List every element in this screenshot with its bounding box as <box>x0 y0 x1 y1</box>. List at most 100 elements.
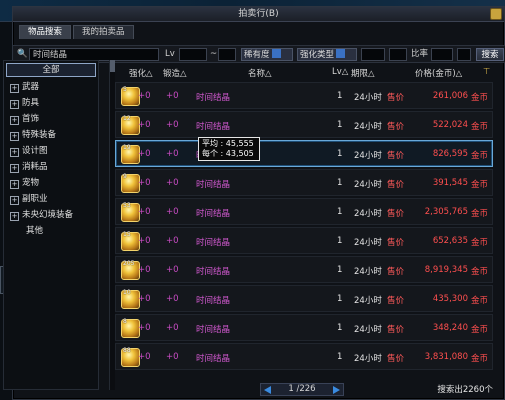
prev-page-icon[interactable] <box>264 386 271 394</box>
expand-icon[interactable]: + <box>10 148 19 157</box>
forge-value: +0 <box>166 352 179 362</box>
tab-item-search[interactable]: 物品搜索 <box>19 25 72 39</box>
expand-icon[interactable]: + <box>10 212 19 221</box>
sale-label: 售价 <box>387 151 405 161</box>
category-other[interactable]: 其他 <box>4 223 98 239</box>
header-name[interactable]: 名称△ <box>248 67 272 79</box>
close-icon[interactable] <box>490 8 502 20</box>
enhance-value: +0 <box>138 120 151 130</box>
level-max-input[interactable] <box>218 48 236 61</box>
search-button[interactable]: 搜索 <box>476 48 504 61</box>
item-duration: 24小时 <box>354 151 382 161</box>
item-quantity: 10 <box>123 289 131 296</box>
currency-label: 金币 <box>471 93 489 103</box>
table-row[interactable]: 53 +0 +0 时间结晶 1 24小时 售价 2,305,765 金币 <box>115 198 493 225</box>
next-page-icon[interactable] <box>333 386 340 394</box>
item-duration: 24小时 <box>354 209 382 219</box>
enhance-min-input[interactable] <box>361 48 385 61</box>
item-name: 时间结晶 <box>196 325 231 335</box>
enhance-type-dropdown-label: 强化类型 <box>300 50 335 60</box>
expand-icon[interactable]: + <box>10 84 19 93</box>
expand-icon[interactable]: + <box>10 164 19 173</box>
header-enhance[interactable]: 强化△ <box>129 67 153 79</box>
item-name: 时间结晶 <box>196 238 231 248</box>
table-row[interactable]: 15 +0 +0 时间结晶 1 24小时 售价 652,635 金币 <box>115 227 493 254</box>
item-quantity: 5 <box>123 86 127 93</box>
sale-label: 售价 <box>387 238 405 248</box>
item-quantity: 19 <box>123 144 131 151</box>
item-duration: 24小时 <box>354 267 382 277</box>
item-name: 时间结晶 <box>196 93 231 103</box>
item-quantity: 15 <box>123 231 131 238</box>
category-blueprint[interactable]: + 设计图 <box>4 143 98 159</box>
table-row[interactable]: 9 +0 +0 时间结晶 1 24小时 售价 391,545 金币 <box>115 169 493 196</box>
forge-value: +0 <box>166 323 179 333</box>
category-armor[interactable]: + 防具 <box>4 95 98 111</box>
level-min-input[interactable] <box>179 48 207 61</box>
sale-label: 售价 <box>387 93 405 103</box>
header-duration[interactable]: 期限△ <box>351 67 375 79</box>
expand-icon[interactable]: + <box>10 100 19 109</box>
table-row[interactable]: 10 +0 +0 时间结晶 1 24小时 售价 435,300 金币 <box>115 285 493 312</box>
forge-value: +0 <box>166 178 179 188</box>
category-weiyang-equipment[interactable]: + 未央幻境装备 <box>4 207 98 223</box>
ratio-max-input[interactable] <box>457 48 471 61</box>
expand-icon[interactable]: + <box>10 196 19 205</box>
header-level[interactable]: Lv△ <box>332 67 348 77</box>
currency-label: 金币 <box>471 296 489 306</box>
item-name: 时间结晶 <box>196 209 231 219</box>
window-titlebar: 拍卖行(B) <box>13 7 504 22</box>
item-level: 1 <box>337 178 343 188</box>
category-weapon[interactable]: + 武器 <box>4 79 98 95</box>
currency-label: 金币 <box>471 354 489 364</box>
item-price: 3,831,080 <box>424 352 468 362</box>
expand-icon[interactable]: + <box>10 132 19 141</box>
table-row[interactable]: 19 +0 +0 时间结晶 1 24小时 售价 826,595 金币 <box>115 140 493 167</box>
forge-value: +0 <box>166 91 179 101</box>
item-quantity: 88 <box>123 347 131 354</box>
pin-icon[interactable]: ⊤ <box>483 67 490 77</box>
expand-icon[interactable]: + <box>10 116 19 125</box>
ratio-min-input[interactable] <box>431 48 453 61</box>
header-price[interactable]: 价格(金币)△ <box>415 67 462 79</box>
expand-icon[interactable]: + <box>10 180 19 189</box>
rarity-dropdown[interactable]: 稀有度 <box>241 48 293 61</box>
currency-label: 金币 <box>471 209 489 219</box>
category-accessory[interactable]: + 首饰 <box>4 111 98 127</box>
item-level: 1 <box>337 149 343 159</box>
table-row[interactable]: 12 +0 +0 时间结晶 1 24小时 售价 522,024 金币 <box>115 111 493 138</box>
category-subjob[interactable]: + 副职业 <box>4 191 98 207</box>
sale-label: 售价 <box>387 180 405 190</box>
enhance-max-input[interactable] <box>389 48 407 61</box>
currency-label: 金币 <box>471 238 489 248</box>
item-duration: 24小时 <box>354 180 382 190</box>
table-row[interactable]: 5 +0 +0 时间结晶 1 24小时 售价 261,006 金币 <box>115 82 493 109</box>
category-pet[interactable]: + 宠物 <box>4 175 98 191</box>
table-row[interactable]: 8 +0 +0 时间结晶 1 24小时 售价 348,240 金币 <box>115 314 493 341</box>
item-price: 348,240 <box>432 323 468 333</box>
category-consumable[interactable]: + 消耗品 <box>4 159 98 175</box>
tab-bar: 物品搜索 我的拍卖品 <box>19 25 134 39</box>
category-special-equipment[interactable]: + 特殊装备 <box>4 127 98 143</box>
table-row[interactable]: 88 +0 +0 时间结晶 1 24小时 售价 3,831,080 金币 <box>115 343 493 370</box>
category-label: 武器 <box>22 82 40 92</box>
item-price: 522,024 <box>432 120 468 130</box>
item-name: 时间结晶 <box>196 354 231 364</box>
header-forge[interactable]: 锻造△ <box>163 67 187 79</box>
forge-value: +0 <box>166 236 179 246</box>
enhance-value: +0 <box>138 352 151 362</box>
item-price: 435,300 <box>432 294 468 304</box>
tab-my-auctions[interactable]: 我的拍卖品 <box>73 25 134 39</box>
category-label: 其他 <box>26 226 44 236</box>
category-label: 首饰 <box>22 114 40 124</box>
forge-value: +0 <box>166 294 179 304</box>
enhance-value: +0 <box>138 323 151 333</box>
category-sidebar: 全部 + 武器 + 防具 + 首饰 + 特殊装备 + 设计图 + 消耗品 + 宠物 + 副职业 … <box>3 60 99 390</box>
item-level: 1 <box>337 352 343 362</box>
sale-label: 售价 <box>387 296 405 306</box>
enhance-type-dropdown[interactable]: 强化类型 <box>297 48 357 61</box>
table-row[interactable]: 205 +0 +0 时间结晶 1 24小时 售价 8,919,345 金币 <box>115 256 493 283</box>
category-all[interactable]: 全部 <box>6 63 96 77</box>
sale-label: 售价 <box>387 122 405 132</box>
category-label: 全部 <box>42 65 60 75</box>
